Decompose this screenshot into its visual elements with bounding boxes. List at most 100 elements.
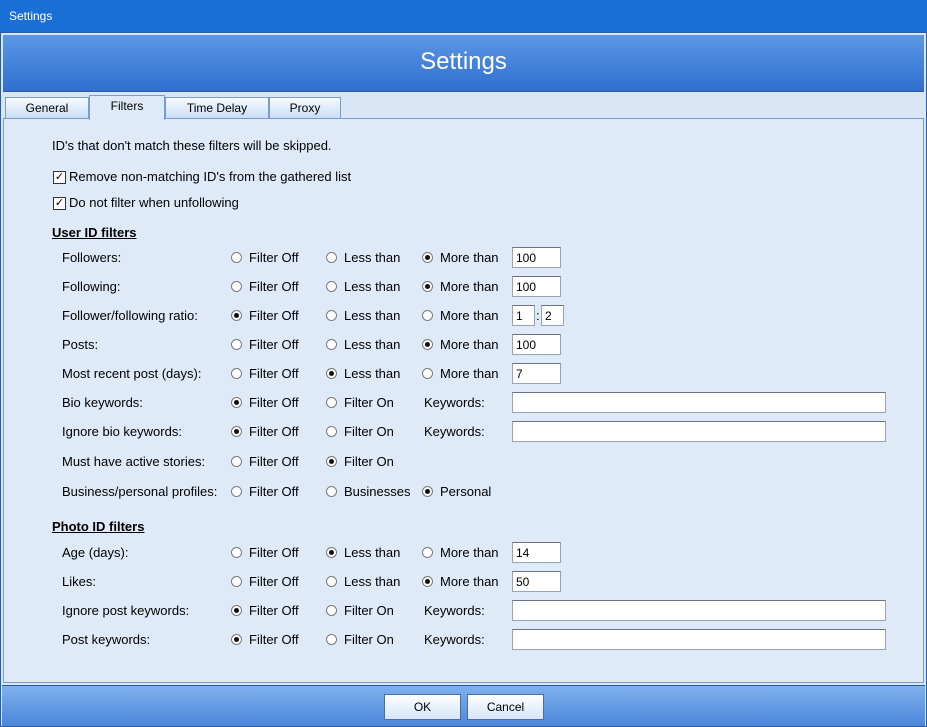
bio-keywords-option2-label[interactable]: Filter On <box>344 395 394 410</box>
ignore-bio-keywords-input[interactable] <box>512 421 886 442</box>
remove-nonmatching-label[interactable]: Remove non-matching ID's from the gather… <box>69 169 351 184</box>
dialog-footer: OK Cancel <box>2 685 925 726</box>
following-filter-off-radio[interactable] <box>231 281 242 292</box>
recent-post-option3-radio[interactable] <box>422 368 433 379</box>
ratio-option2-label[interactable]: Less than <box>344 308 400 323</box>
likes-option2-radio[interactable] <box>326 576 337 587</box>
ignore-bio-option2-label[interactable]: Filter On <box>344 424 394 439</box>
post-keywords-option2-radio[interactable] <box>326 634 337 645</box>
likes-filter-off-radio[interactable] <box>231 576 242 587</box>
ignore-post-keywords-label: Keywords: <box>424 603 485 618</box>
posts-option3-label[interactable]: More than <box>440 337 499 352</box>
active-stories-filter-off-label[interactable]: Filter Off <box>249 454 299 469</box>
bio-keywords-filter-off-label[interactable]: Filter Off <box>249 395 299 410</box>
followers-value-input[interactable] <box>512 247 561 268</box>
followers-option2-radio[interactable] <box>326 252 337 263</box>
following-option3-radio[interactable] <box>422 281 433 292</box>
followers-filter-off-radio[interactable] <box>231 252 242 263</box>
ignore-post-option2-label[interactable]: Filter On <box>344 603 394 618</box>
ignore-bio-option2-radio[interactable] <box>326 426 337 437</box>
no-filter-unfollowing-checkbox[interactable]: ✓ <box>53 197 66 210</box>
ignore-post-keywords-input[interactable] <box>512 600 886 621</box>
likes-option3-radio[interactable] <box>422 576 433 587</box>
age-option2-radio[interactable] <box>326 547 337 558</box>
recent-post-value-input[interactable] <box>512 363 561 384</box>
posts-filter-off-radio[interactable] <box>231 339 242 350</box>
ratio-option3-radio[interactable] <box>422 310 433 321</box>
recent-post-filter-off-label[interactable]: Filter Off <box>249 366 299 381</box>
bio-keywords-option2-radio[interactable] <box>326 397 337 408</box>
tab-filters[interactable]: Filters <box>89 95 165 120</box>
tab-general[interactable]: General <box>5 97 89 119</box>
active-stories-label: Must have active stories: <box>62 454 206 469</box>
followers-option2-label[interactable]: Less than <box>344 250 400 265</box>
ratio-first-input[interactable] <box>512 305 535 326</box>
ignore-post-filter-off-radio[interactable] <box>231 605 242 616</box>
age-option3-radio[interactable] <box>422 547 433 558</box>
recent-post-option3-label[interactable]: More than <box>440 366 499 381</box>
profiles-filter-off-radio[interactable] <box>231 486 242 497</box>
ignore-bio-label: Ignore bio keywords: <box>62 424 182 439</box>
profiles-filter-off-label[interactable]: Filter Off <box>249 484 299 499</box>
profiles-option2-radio[interactable] <box>326 486 337 497</box>
following-option2-label[interactable]: Less than <box>344 279 400 294</box>
posts-option2-radio[interactable] <box>326 339 337 350</box>
post-keywords-filter-off-radio[interactable] <box>231 634 242 645</box>
followers-option3-label[interactable]: More than <box>440 250 499 265</box>
posts-value-input[interactable] <box>512 334 561 355</box>
cancel-button[interactable]: Cancel <box>467 694 544 720</box>
followers-filter-off-label[interactable]: Filter Off <box>249 250 299 265</box>
likes-option2-label[interactable]: Less than <box>344 574 400 589</box>
ratio-second-input[interactable] <box>541 305 564 326</box>
followers-label: Followers: <box>62 250 122 265</box>
age-filter-off-radio[interactable] <box>231 547 242 558</box>
age-option2-label[interactable]: Less than <box>344 545 400 560</box>
age-value-input[interactable] <box>512 542 561 563</box>
remove-nonmatching-checkbox[interactable]: ✓ <box>53 171 66 184</box>
following-filter-off-label[interactable]: Filter Off <box>249 279 299 294</box>
bio-keywords-keywords-label: Keywords: <box>424 395 485 410</box>
page-title: Settings <box>3 35 924 92</box>
following-value-input[interactable] <box>512 276 561 297</box>
ignore-post-option2-radio[interactable] <box>326 605 337 616</box>
post-keywords-keywords-label: Keywords: <box>424 632 485 647</box>
ignore-bio-filter-off-radio[interactable] <box>231 426 242 437</box>
active-stories-option2-radio[interactable] <box>326 456 337 467</box>
posts-option3-radio[interactable] <box>422 339 433 350</box>
ratio-option3-label[interactable]: More than <box>440 308 499 323</box>
recent-post-option2-radio[interactable] <box>326 368 337 379</box>
following-option3-label[interactable]: More than <box>440 279 499 294</box>
age-option3-label[interactable]: More than <box>440 545 499 560</box>
tab-time-delay[interactable]: Time Delay <box>165 97 269 119</box>
no-filter-unfollowing-label[interactable]: Do not filter when unfollowing <box>69 195 239 210</box>
ignore-bio-filter-off-label[interactable]: Filter Off <box>249 424 299 439</box>
window-title: Settings <box>0 0 927 32</box>
active-stories-filter-off-radio[interactable] <box>231 456 242 467</box>
tab-proxy[interactable]: Proxy <box>269 97 341 119</box>
ignore-post-filter-off-label[interactable]: Filter Off <box>249 603 299 618</box>
following-option2-radio[interactable] <box>326 281 337 292</box>
likes-filter-off-label[interactable]: Filter Off <box>249 574 299 589</box>
recent-post-filter-off-radio[interactable] <box>231 368 242 379</box>
photo-id-filters-heading: Photo ID filters <box>52 519 145 534</box>
ratio-filter-off-radio[interactable] <box>231 310 242 321</box>
post-keywords-option2-label[interactable]: Filter On <box>344 632 394 647</box>
ratio-filter-off-label[interactable]: Filter Off <box>249 308 299 323</box>
followers-option3-radio[interactable] <box>422 252 433 263</box>
likes-option3-label[interactable]: More than <box>440 574 499 589</box>
age-filter-off-label[interactable]: Filter Off <box>249 545 299 560</box>
posts-filter-off-label[interactable]: Filter Off <box>249 337 299 352</box>
posts-option2-label[interactable]: Less than <box>344 337 400 352</box>
post-keywords-keywords-input[interactable] <box>512 629 886 650</box>
bio-keywords-keywords-input[interactable] <box>512 392 886 413</box>
profiles-option2-label[interactable]: Businesses <box>344 484 410 499</box>
ok-button[interactable]: OK <box>384 694 461 720</box>
active-stories-option2-label[interactable]: Filter On <box>344 454 394 469</box>
profiles-option3-label[interactable]: Personal <box>440 484 491 499</box>
post-keywords-filter-off-label[interactable]: Filter Off <box>249 632 299 647</box>
profiles-option3-radio[interactable] <box>422 486 433 497</box>
ratio-option2-radio[interactable] <box>326 310 337 321</box>
bio-keywords-filter-off-radio[interactable] <box>231 397 242 408</box>
recent-post-option2-label[interactable]: Less than <box>344 366 400 381</box>
likes-value-input[interactable] <box>512 571 561 592</box>
